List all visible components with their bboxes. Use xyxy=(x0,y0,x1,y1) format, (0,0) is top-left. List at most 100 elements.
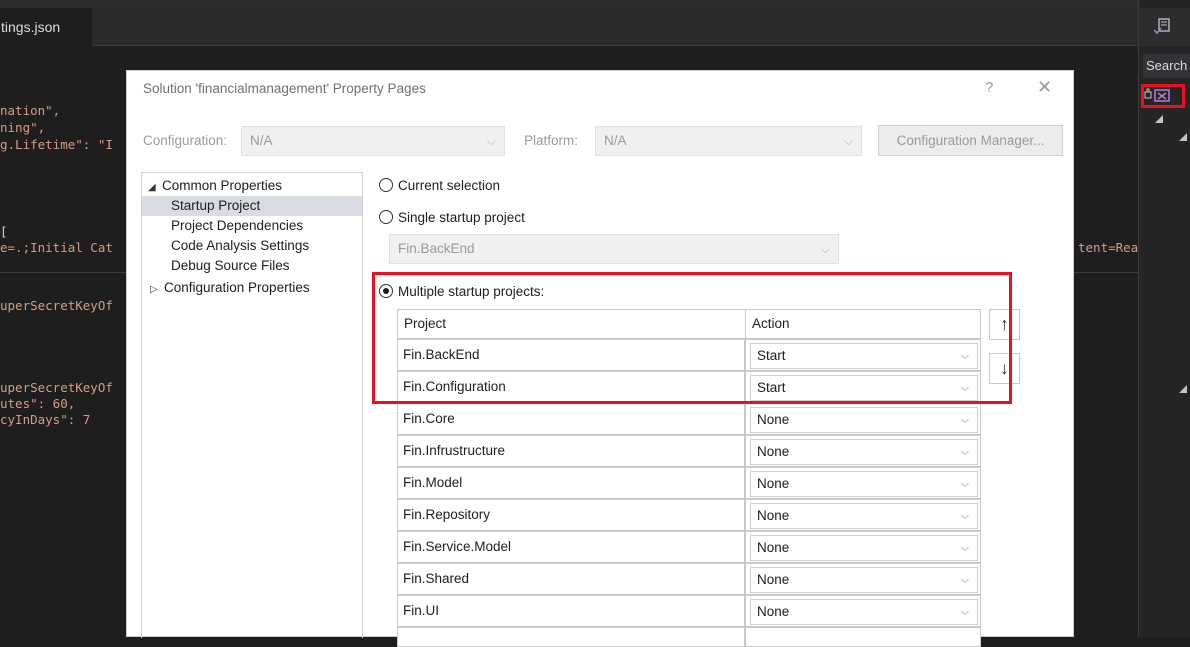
tree-label: Configuration Properties xyxy=(164,280,310,295)
tree-item-startup-project[interactable]: Startup Project xyxy=(142,196,362,216)
code-fragment-text: tent=Rea xyxy=(1078,240,1139,255)
project-cell[interactable]: Fin.Repository xyxy=(397,499,745,531)
code-line: ning", xyxy=(0,120,45,135)
configuration-label: Configuration: xyxy=(143,133,228,148)
project-cell[interactable]: Fin.Service.Model xyxy=(397,531,745,563)
highlight-box-startup xyxy=(372,272,1012,404)
tree-item-code-analysis[interactable]: Code Analysis Settings xyxy=(171,236,309,256)
chevron-down-icon: ⌵ xyxy=(960,414,969,426)
table-row: Fin.Model None ⌵ xyxy=(397,467,981,499)
action-select[interactable]: None ⌵ xyxy=(750,535,978,561)
table-row: Fin.Core None ⌵ xyxy=(397,403,981,435)
collapse-triangle-icon: ◢ xyxy=(148,182,156,193)
chevron-down-icon: ⌵ xyxy=(960,478,969,490)
code-line-7: uperSecretKeyOf xyxy=(0,380,113,395)
property-tree: ◢ Common Properties Startup Project Proje… xyxy=(141,172,363,638)
code-line: [ xyxy=(0,224,8,239)
action-value: None xyxy=(757,604,790,619)
expand-triangle-icon[interactable] xyxy=(1177,130,1190,144)
tree-label: Code Analysis Settings xyxy=(171,238,310,253)
chevron-down-icon: ⌵ xyxy=(960,446,969,458)
close-icon[interactable]: ✕ xyxy=(1037,77,1052,98)
editor-divider xyxy=(0,272,126,273)
chevron-down-icon: ⌵ xyxy=(960,510,969,522)
solution-highlight-box xyxy=(1141,84,1185,108)
action-select[interactable]: None ⌵ xyxy=(750,407,978,433)
code-line-6: uperSecretKeyOf xyxy=(0,298,113,313)
action-select[interactable]: None ⌵ xyxy=(750,599,978,625)
tree-item-debug-source-files[interactable]: Debug Source Files xyxy=(171,256,290,276)
code-line-3: g.Lifetime": "I xyxy=(0,137,113,152)
action-cell: None ⌵ xyxy=(745,499,981,531)
help-button[interactable]: ? xyxy=(985,79,993,96)
project-cell-empty xyxy=(397,627,745,647)
action-select[interactable]: None ⌵ xyxy=(750,439,978,465)
dialog-title: Solution 'financialmanagement' Property … xyxy=(143,81,426,96)
configuration-manager-button[interactable]: Configuration Manager... xyxy=(878,125,1063,156)
code-line-5: e=.;Initial Cat xyxy=(0,240,113,255)
code-line: nation", xyxy=(0,103,60,118)
configuration-select[interactable]: N/A ⌵ xyxy=(241,126,505,156)
tab-bar: tings.json xyxy=(0,8,1138,46)
table-row: Fin.Repository None ⌵ xyxy=(397,499,981,531)
table-row: Fin.UI None ⌵ xyxy=(397,595,981,627)
chevron-down-icon: ⌵ xyxy=(960,574,969,586)
code-line: uperSecretKeyOf xyxy=(0,298,113,313)
chevron-down-icon: ⌵ xyxy=(960,542,969,554)
radio-single-startup[interactable]: Single startup project xyxy=(379,208,525,228)
code-fragment-right: tent=Rea xyxy=(1078,240,1138,255)
radio-current-selection[interactable]: Current selection xyxy=(379,176,500,196)
code-line: cyInDays": 7 xyxy=(0,412,90,427)
single-startup-value: Fin.BackEnd xyxy=(398,241,475,256)
tab-appsettings[interactable]: tings.json xyxy=(0,8,92,46)
solution-search-input[interactable]: Search xyxy=(1143,54,1190,78)
action-select[interactable]: None ⌵ xyxy=(750,503,978,529)
tree-label: Debug Source Files xyxy=(171,258,290,273)
solution-explorer-icon[interactable] xyxy=(1152,17,1172,37)
tree-item-common-properties[interactable]: ◢ Common Properties xyxy=(148,176,282,196)
action-select[interactable]: None ⌵ xyxy=(750,471,978,497)
title-strip xyxy=(0,0,1138,8)
tree-item-configuration-properties[interactable]: ▷ Configuration Properties xyxy=(150,278,310,298)
editor-divider-right xyxy=(1074,272,1138,273)
chevron-down-icon: ⌵ xyxy=(820,242,830,256)
platform-value: N/A xyxy=(604,133,627,148)
code-line-4: [ xyxy=(0,224,8,239)
action-select[interactable]: None ⌵ xyxy=(750,567,978,593)
tree-label: Common Properties xyxy=(162,178,283,193)
solution-explorer-toolbar xyxy=(1139,8,1190,46)
code-line: e=.;Initial Cat xyxy=(0,240,113,255)
project-cell[interactable]: Fin.Infrustructure xyxy=(397,435,745,467)
code-line-1: nation", xyxy=(0,103,61,118)
expand-triangle-icon[interactable] xyxy=(1177,382,1190,396)
expand-triangle-icon[interactable] xyxy=(1153,112,1167,126)
chevron-down-icon: ⌵ xyxy=(486,134,496,148)
platform-label: Platform: xyxy=(524,133,579,148)
code-line-9: cyInDays": 7 xyxy=(0,412,91,427)
single-startup-select[interactable]: Fin.BackEnd ⌵ xyxy=(389,234,839,264)
project-cell[interactable]: Fin.Model xyxy=(397,467,745,499)
project-cell[interactable]: Fin.UI xyxy=(397,595,745,627)
project-cell[interactable]: Fin.Core xyxy=(397,403,745,435)
action-cell-empty xyxy=(745,627,981,647)
action-value: None xyxy=(757,540,790,555)
configuration-value: N/A xyxy=(250,133,273,148)
action-cell: None ⌵ xyxy=(745,403,981,435)
action-cell: None ⌵ xyxy=(745,595,981,627)
tree-item-project-dependencies[interactable]: Project Dependencies xyxy=(171,216,303,236)
chevron-down-icon: ⌵ xyxy=(843,134,853,148)
action-cell: None ⌵ xyxy=(745,563,981,595)
action-cell: None ⌵ xyxy=(745,531,981,563)
project-cell[interactable]: Fin.Shared xyxy=(397,563,745,595)
expand-triangle-icon: ▷ xyxy=(150,284,158,295)
action-value: None xyxy=(757,572,790,587)
table-row: Fin.Infrustructure None ⌵ xyxy=(397,435,981,467)
platform-select[interactable]: N/A ⌵ xyxy=(595,126,862,156)
table-row-partial xyxy=(397,627,981,647)
action-cell: None ⌵ xyxy=(745,467,981,499)
table-row: Fin.Shared None ⌵ xyxy=(397,563,981,595)
radio-circle xyxy=(379,178,393,192)
radio-label: Current selection xyxy=(398,178,501,193)
action-value: None xyxy=(757,444,790,459)
table-row: Fin.Service.Model None ⌵ xyxy=(397,531,981,563)
